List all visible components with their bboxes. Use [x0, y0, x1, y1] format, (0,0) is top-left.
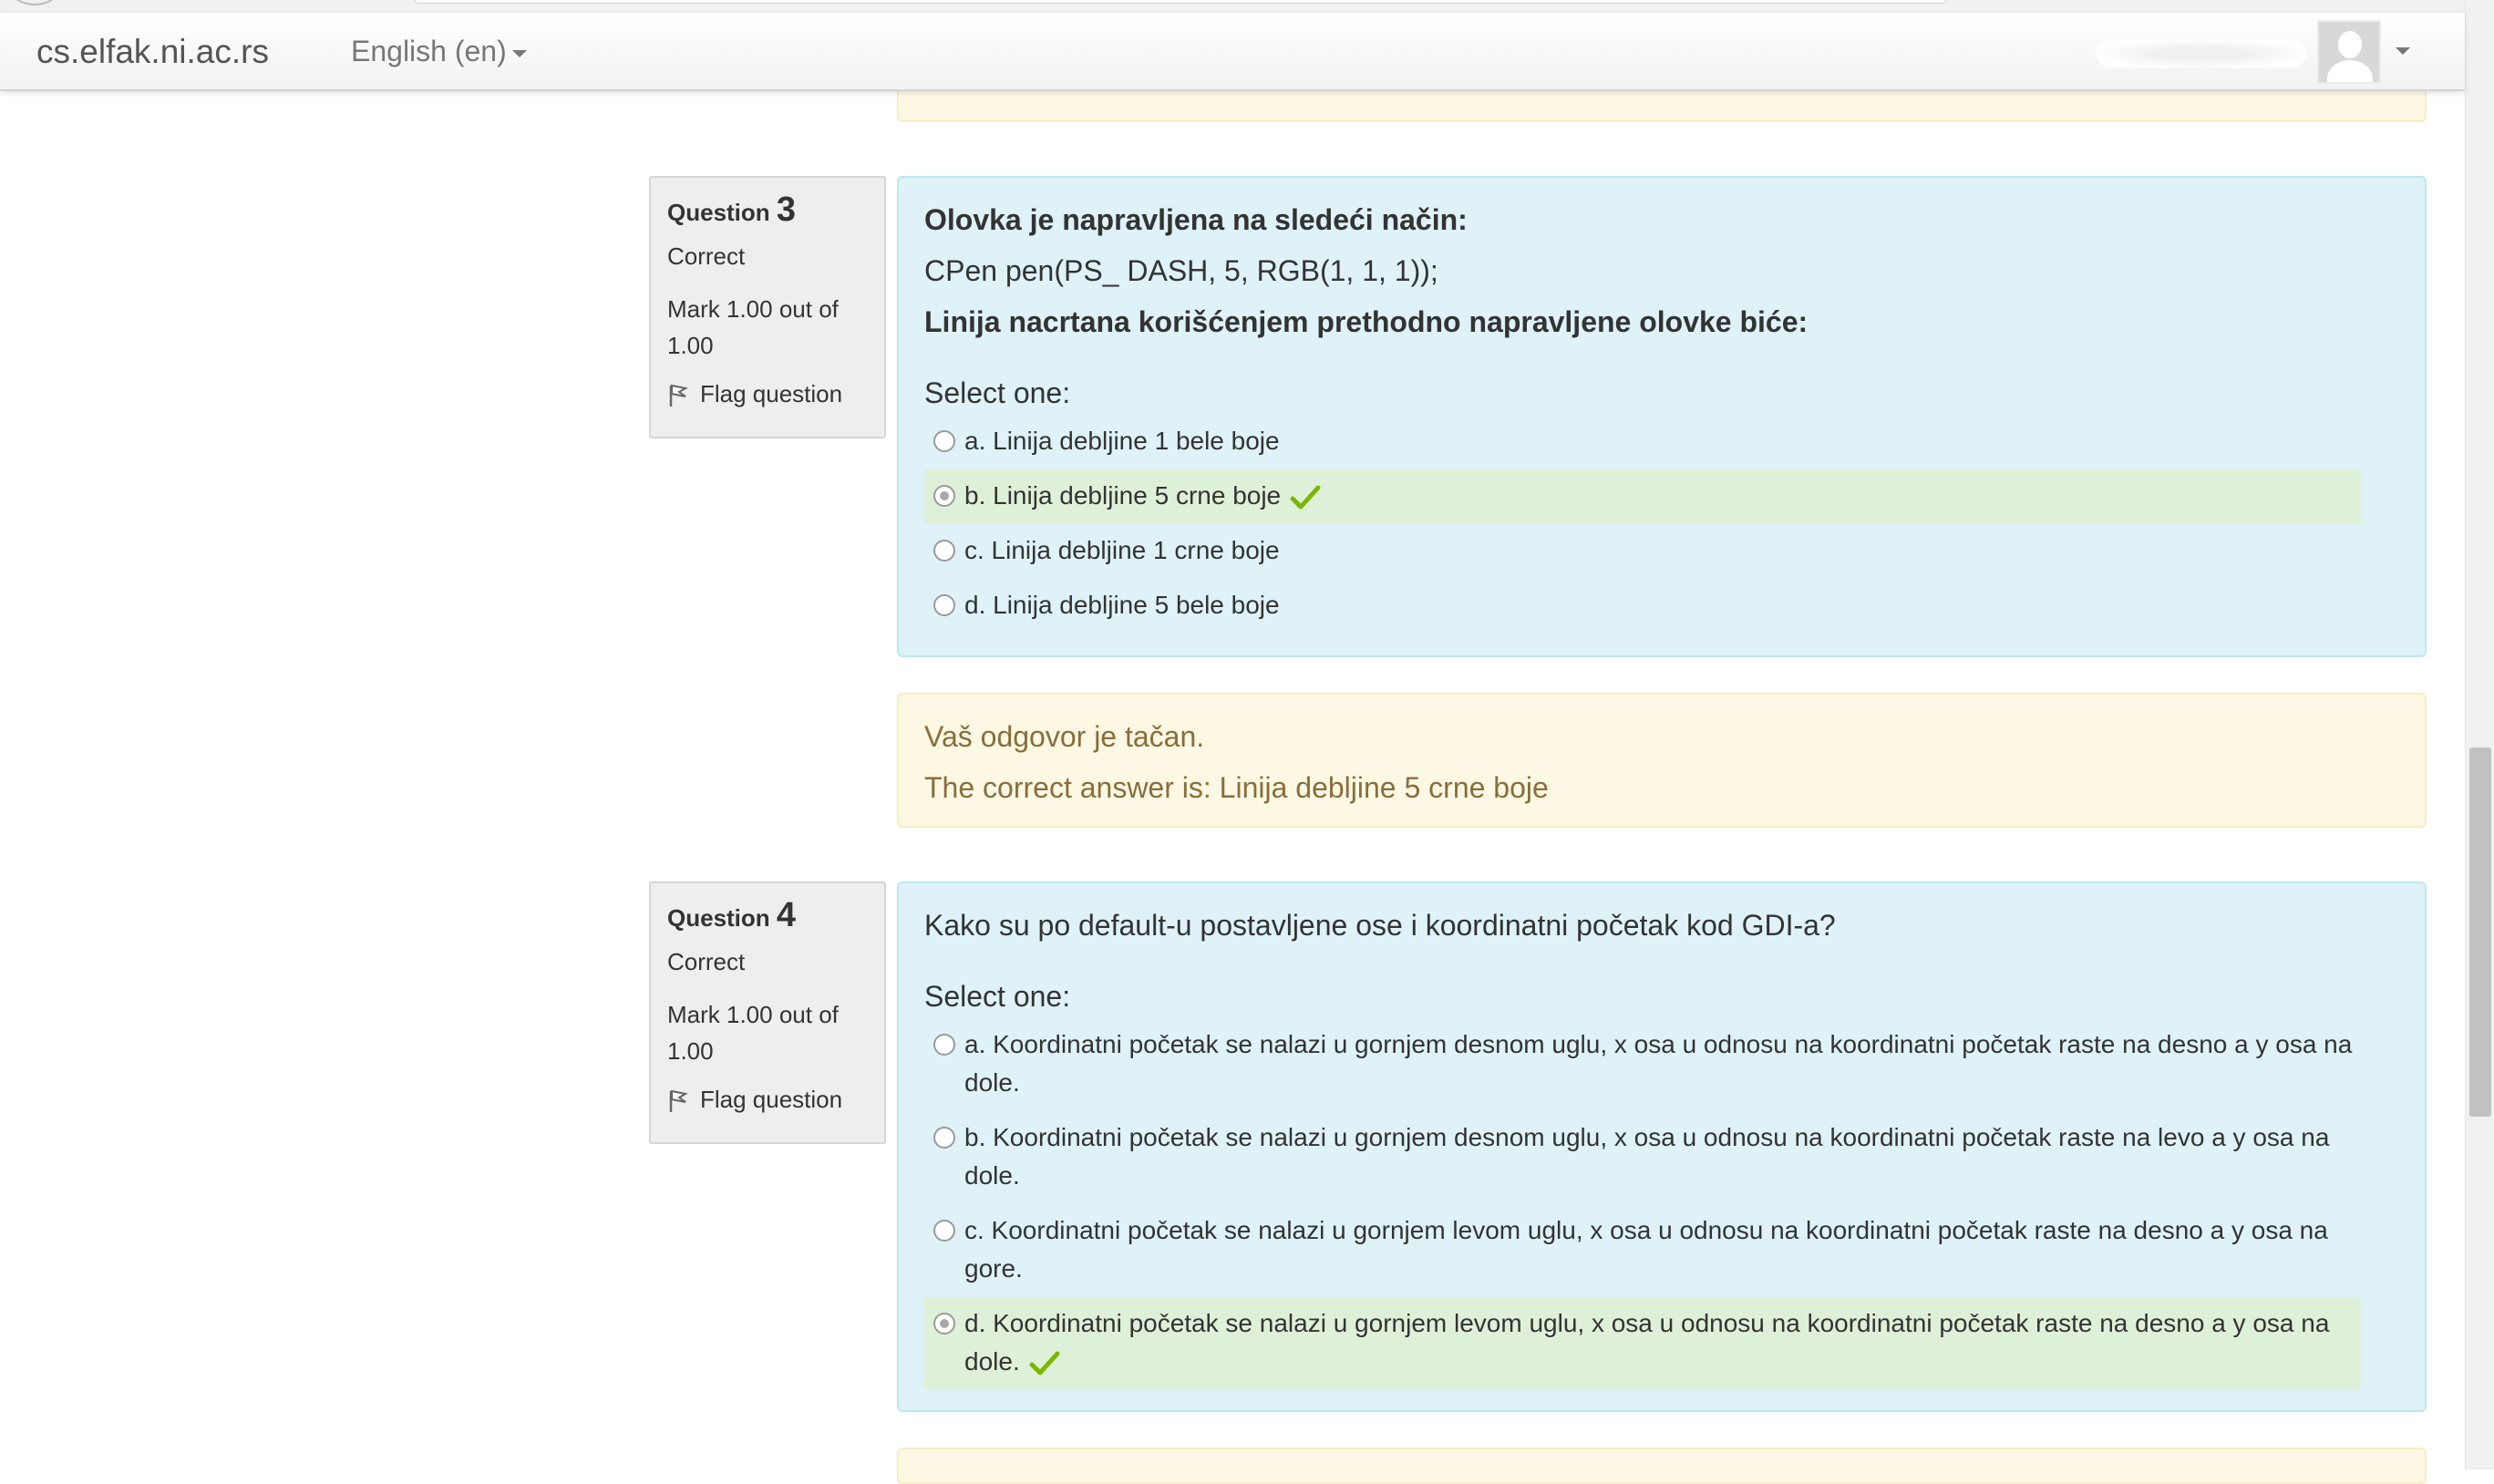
page-scrollbar[interactable] — [2465, 0, 2494, 1469]
question-number: Question 3 — [667, 191, 797, 229]
question-text-line-1: Olovka je napravljena na sledeći način: — [924, 203, 1468, 236]
scrollbar-thumb[interactable] — [2469, 747, 2491, 1117]
radio-button[interactable] — [933, 1220, 955, 1242]
radio-button[interactable] — [933, 540, 955, 562]
flag-question-label: Flag question — [700, 1086, 843, 1113]
radio-button[interactable] — [933, 430, 955, 452]
answer-label: d. Linija debljine 5 bele boje — [964, 591, 1280, 619]
question-code-line: CPen pen(PS_ DASH, 5, RGB(1, 1, 1)); — [924, 254, 1438, 287]
answer-option-b[interactable]: b. Koordinatni početak se nalazi u gornj… — [924, 1111, 2361, 1204]
answer-option-b[interactable]: b. Linija debljine 5 crne boje — [924, 469, 2361, 524]
select-one-prompt: Select one: — [924, 376, 1071, 409]
flag-icon — [669, 384, 688, 407]
language-menu[interactable]: English (en) — [351, 35, 527, 68]
question-grade: Mark 1.00 out of 1.00 — [667, 295, 839, 359]
answer-label: b. Linija debljine 5 crne boje — [964, 481, 1282, 510]
avatar-icon[interactable] — [2317, 20, 2381, 84]
question-state: Correct — [667, 948, 746, 975]
site-brand-link[interactable]: cs.elfak.ni.ac.rs — [36, 33, 269, 71]
check-icon — [1029, 1351, 1060, 1376]
answer-label: b. Koordinatni početak se nalazi u gornj… — [964, 1123, 2330, 1190]
question-number: Question 4 — [667, 896, 797, 934]
answer-label: c. Koordinatni početak se nalazi u gornj… — [964, 1216, 2328, 1283]
radio-button[interactable] — [933, 1127, 955, 1149]
answer-label: d. Koordinatni početak se nalazi u gornj… — [964, 1309, 2330, 1376]
flag-question-label: Flag question — [700, 380, 843, 407]
radio-button-selected[interactable] — [933, 1313, 955, 1335]
answer-label: a. Koordinatni početak se nalazi u gornj… — [964, 1030, 2353, 1097]
flag-icon — [669, 1089, 688, 1112]
select-one-prompt: Select one: — [924, 980, 1071, 1013]
radio-button-selected[interactable] — [933, 485, 955, 507]
answer-option-a[interactable]: a. Koordinatni početak se nalazi u gornj… — [924, 1018, 2361, 1111]
answer-option-c[interactable]: c. Koordinatni početak se nalazi u gornj… — [924, 1204, 2361, 1297]
question-grade: Mark 1.00 out of 1.00 — [667, 1001, 839, 1065]
answer-label: a. Linija debljine 1 bele boje — [964, 427, 1280, 455]
question-text-line-2: Linija nacrtana korišćenjem prethodno na… — [924, 305, 1809, 338]
top-navbar: cs.elfak.ni.ac.rs English (en) — [0, 13, 2465, 91]
question-4-feedback-partial — [897, 1448, 2427, 1484]
question-3-feedback: Vaš odgovor je tačan. The correct answer… — [897, 693, 2427, 828]
user-name-redacted[interactable] — [2097, 40, 2306, 67]
browser-button-edge — [9, 0, 60, 5]
flag-question-link[interactable]: Flag question — [667, 1086, 868, 1114]
flag-question-link[interactable]: Flag question — [667, 380, 868, 408]
answer-option-c[interactable]: c. Linija debljine 1 crne boje — [924, 524, 2361, 579]
question-3-content: Olovka je napravljena na sledeći način: … — [897, 176, 2427, 657]
chevron-down-icon — [511, 49, 527, 57]
answer-option-a[interactable]: a. Linija debljine 1 bele boje — [924, 415, 2361, 469]
question-4-info: Question 4 Correct Mark 1.00 out of 1.00… — [649, 881, 886, 1144]
question-state: Correct — [667, 242, 746, 270]
correct-answer-text: The correct answer is: Linija debljine 5… — [924, 771, 1549, 804]
answer-label: c. Linija debljine 1 crne boje — [964, 536, 1280, 564]
question-3-info: Question 3 Correct Mark 1.00 out of 1.00… — [649, 176, 886, 438]
question-4-content: Kako su po default-u postavljene ose i k… — [897, 881, 2427, 1412]
answer-option-d[interactable]: d. Linija debljine 5 bele boje — [924, 579, 2361, 634]
question-text: Kako su po default-u postavljene ose i k… — [924, 909, 1836, 942]
language-label: English (en) — [351, 35, 507, 67]
radio-button[interactable] — [933, 1034, 955, 1056]
user-menu-chevron-down-icon[interactable] — [2396, 47, 2410, 55]
feedback-text: Vaš odgovor je tačan. — [924, 720, 1205, 753]
answer-option-d[interactable]: d. Koordinatni početak se nalazi u gornj… — [924, 1297, 2361, 1390]
radio-button[interactable] — [933, 594, 955, 616]
check-icon — [1290, 485, 1321, 510]
address-bar-edge — [415, 0, 1946, 4]
browser-chrome-edge — [0, 0, 2494, 13]
